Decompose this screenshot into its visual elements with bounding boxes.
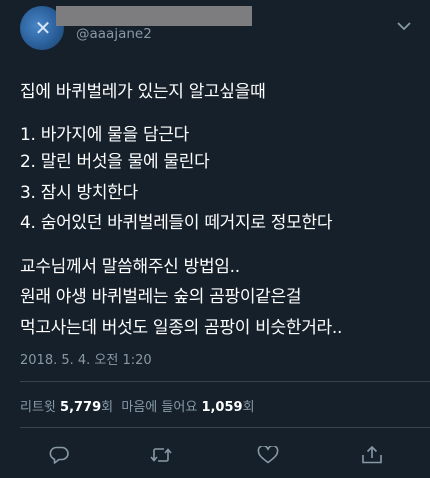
tweet-text-line: 2. 말린 버섯을 물에 물린다 <box>20 152 210 172</box>
retweets-unit: 회 <box>101 400 114 415</box>
tweet-text-line: 원래 야생 바퀴벌레는 숲의 곰팡이같은걸 <box>20 287 302 307</box>
retweets-stat[interactable]: 리트윗 5,779회 <box>20 400 113 415</box>
retweet-icon[interactable] <box>150 446 172 464</box>
tweet-text-line: 집에 바퀴벌레가 있는지 알고싶을때 <box>20 82 266 102</box>
chevron-down-icon[interactable] <box>397 16 411 31</box>
likes-label: 마음에 들어요 <box>121 400 198 415</box>
display-name-redaction <box>56 6 252 26</box>
divider <box>20 381 430 382</box>
like-icon[interactable] <box>257 446 279 464</box>
retweets-label: 리트윗 <box>20 400 56 415</box>
likes-count: 1,059 <box>201 400 243 415</box>
retweets-count: 5,779 <box>60 400 102 415</box>
tweet-text-line: 4. 숨어있던 바퀴벌레들이 떼거지로 정모한다 <box>20 213 333 233</box>
engagement-stats: 리트윗 5,779회 마음에 들어요 1,059회 <box>20 396 255 415</box>
likes-unit: 회 <box>242 400 255 415</box>
avatar-image-icon: ✕ <box>34 16 52 40</box>
likes-stat[interactable]: 마음에 들어요 1,059회 <box>121 400 254 415</box>
tweet-text-line: 3. 잠시 방치한다 <box>20 183 138 203</box>
user-handle[interactable]: @aaajane2 <box>76 26 152 42</box>
tweet-header: ✕ @aaajane2 <box>0 0 430 58</box>
tweet-card: ✕ @aaajane2 집에 바퀴벌레가 있는지 알고싶을때 1. 바가지에 물… <box>0 0 430 478</box>
tweet-text-line: 먹고사는데 버섯도 일종의 곰팡이 비슷한거라.. <box>20 318 343 338</box>
divider <box>20 427 430 428</box>
reply-icon[interactable] <box>48 446 70 464</box>
tweet-timestamp[interactable]: 2018. 5. 4. 오전 1:20 <box>20 349 152 368</box>
tweet-text-line: 교수님께서 말씀해주신 방법임.. <box>20 257 240 277</box>
share-icon[interactable] <box>361 446 383 464</box>
tweet-text-line: 1. 바가지에 물을 담근다 <box>20 125 189 145</box>
